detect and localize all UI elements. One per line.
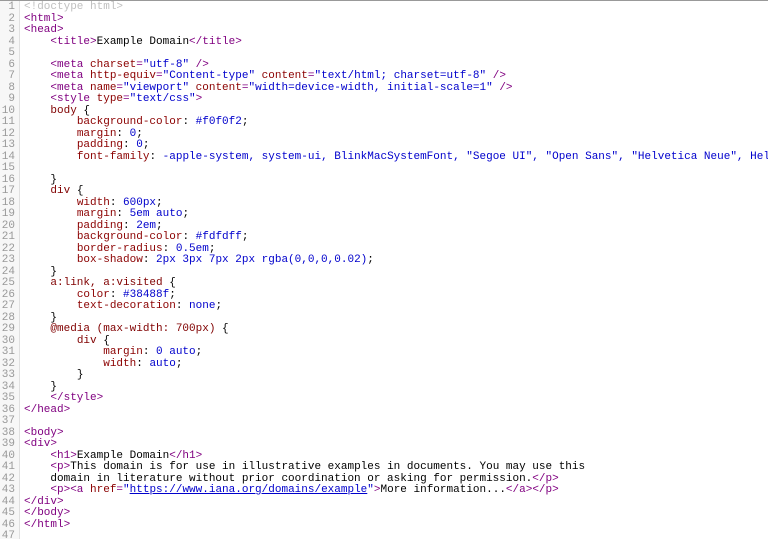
code-line[interactable]: <style type="text/css"> (24, 94, 768, 106)
code-line[interactable]: width: auto; (24, 359, 768, 371)
line-number: 3 (0, 25, 19, 37)
line-number: 45 (0, 508, 19, 520)
line-number: 27 (0, 301, 19, 313)
line-number: 7 (0, 71, 19, 83)
code-line[interactable]: </style> (24, 393, 768, 405)
line-number: 1 (0, 2, 19, 14)
line-number: 35 (0, 393, 19, 405)
line-number: 43 (0, 485, 19, 497)
code-line[interactable]: </div> (24, 497, 768, 509)
line-number: 11 (0, 117, 19, 129)
line-number-gutter: 1234567891011121314151617181920212223242… (0, 1, 20, 539)
code-line[interactable]: box-shadow: 2px 3px 7px 2px rgba(0,0,0,0… (24, 255, 768, 267)
line-number: 23 (0, 255, 19, 267)
code-line[interactable]: <p><a href="https://www.iana.org/domains… (24, 485, 768, 497)
code-line[interactable]: <!doctype html> (24, 2, 768, 14)
line-number: 29 (0, 324, 19, 336)
code-line[interactable]: @media (max-width: 700px) { (24, 324, 768, 336)
line-number: 41 (0, 462, 19, 474)
code-line[interactable]: } (24, 175, 768, 187)
code-line[interactable] (24, 416, 768, 428)
code-line[interactable]: <body> (24, 428, 768, 440)
line-number: 25 (0, 278, 19, 290)
line-number: 13 (0, 140, 19, 152)
line-number: 37 (0, 416, 19, 428)
code-line[interactable]: </html> (24, 520, 768, 532)
line-number: 33 (0, 370, 19, 382)
line-number: 21 (0, 232, 19, 244)
code-line[interactable] (24, 531, 768, 539)
code-line[interactable]: } (24, 382, 768, 394)
code-line[interactable]: font-family: -apple-system, system-ui, B… (24, 152, 768, 164)
line-number: 31 (0, 347, 19, 359)
code-line[interactable]: </body> (24, 508, 768, 520)
line-number: 39 (0, 439, 19, 451)
line-number: 17 (0, 186, 19, 198)
code-editor-content[interactable]: <!doctype html><html><head> <title>Examp… (20, 1, 768, 539)
line-number: 47 (0, 531, 19, 543)
code-line[interactable] (24, 163, 768, 175)
code-line[interactable]: </head> (24, 405, 768, 417)
line-number: 9 (0, 94, 19, 106)
code-line[interactable]: } (24, 370, 768, 382)
code-line[interactable]: text-decoration: none; (24, 301, 768, 313)
line-number: 5 (0, 48, 19, 60)
line-number: 15 (0, 163, 19, 175)
code-line[interactable]: <html> (24, 14, 768, 26)
line-number: 19 (0, 209, 19, 221)
code-line[interactable]: <title>Example Domain</title> (24, 37, 768, 49)
